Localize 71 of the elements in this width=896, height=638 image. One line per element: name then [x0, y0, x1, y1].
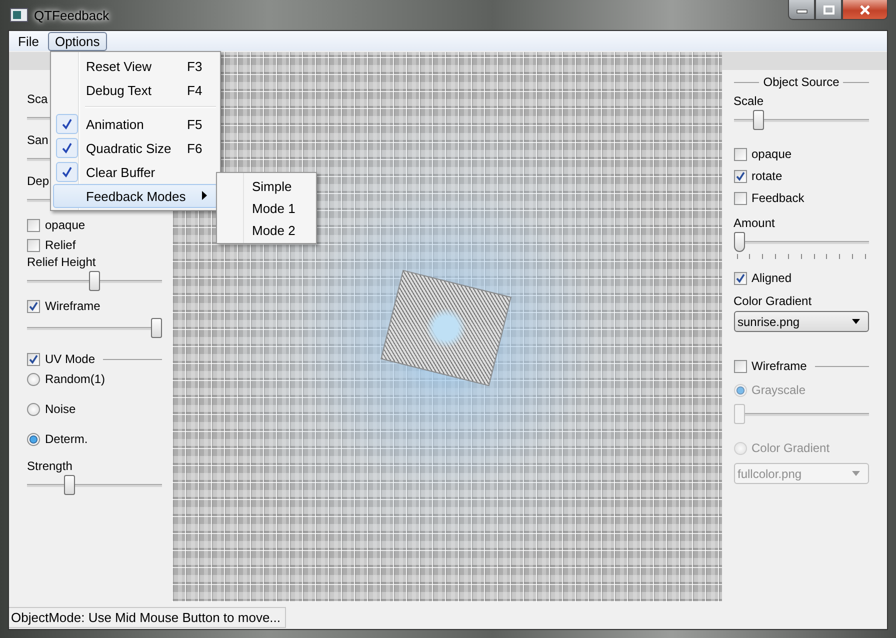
maximize-button[interactable] — [815, 0, 842, 20]
dropdown[interactable]: sunrise.png — [734, 311, 869, 332]
slider-label: Strength — [27, 459, 74, 473]
radio-button[interactable] — [27, 432, 40, 446]
menu-item[interactable]: Mode 1 — [219, 197, 314, 219]
checkbox-label: Aligned — [752, 271, 792, 285]
menu-title[interactable]: File — [11, 32, 46, 50]
close-icon — [859, 4, 871, 14]
radio-label: Noise — [45, 402, 76, 416]
checkbox[interactable] — [734, 360, 746, 372]
menu-item[interactable]: Mode 2 — [219, 219, 314, 241]
checkbox-label: Wireframe — [752, 359, 807, 373]
checkbox[interactable] — [27, 300, 40, 312]
slider[interactable] — [27, 271, 162, 291]
window-title: QTFeedback — [34, 8, 110, 22]
checkbox-label: Feedback — [752, 191, 804, 205]
slider[interactable] — [27, 475, 162, 495]
caret-icon — [852, 471, 860, 476]
checkbox-label: Wireframe — [45, 299, 100, 313]
submenu-arrow-icon — [202, 191, 207, 200]
checkmark-icon — [61, 166, 73, 178]
menu-item[interactable]: Quadratic Size F6 — [53, 136, 218, 160]
checkbox[interactable] — [27, 218, 40, 232]
slider-label: Relief Height — [27, 255, 97, 269]
checkbox[interactable] — [734, 170, 746, 182]
menu-item[interactable]: Clear Buffer — [53, 160, 218, 184]
checkbox-label: rotate — [752, 169, 782, 183]
slider-thumb[interactable] — [64, 475, 76, 495]
slider[interactable] — [734, 232, 869, 252]
menu-item[interactable]: Debug Text F4 — [53, 78, 218, 102]
checkbox[interactable] — [734, 148, 746, 160]
checkbox-label: Relief — [45, 238, 76, 252]
radio-button[interactable] — [27, 372, 40, 386]
menu-title[interactable]: Options — [48, 32, 107, 50]
menu-item[interactable]: Reset View F3 — [53, 54, 218, 78]
slider-label: Amount — [734, 216, 776, 230]
slider-thumb[interactable] — [753, 110, 764, 130]
status-text: ObjectMode: Use Mid Mouse Button to move... — [9, 606, 286, 628]
checkbox-label: opaque — [752, 147, 792, 161]
radio-label: Color Gradient — [752, 441, 830, 455]
slider-thumb[interactable] — [88, 271, 100, 291]
checkbox[interactable] — [27, 238, 40, 252]
checkbox-label: opaque — [45, 218, 86, 232]
menu-item[interactable]: Feedback Modes — [53, 184, 218, 208]
checkbox[interactable] — [27, 352, 40, 366]
caret-icon — [852, 319, 860, 324]
checkbox[interactable] — [734, 192, 746, 204]
radio-label: Random(1) — [45, 372, 106, 386]
menu-item[interactable]: Simple — [219, 175, 314, 197]
minimize-button[interactable] — [788, 0, 815, 20]
slider-thumb[interactable] — [150, 318, 162, 338]
close-button[interactable] — [842, 0, 888, 20]
menu-item[interactable]: Animation F5 — [53, 112, 218, 136]
radio-button[interactable] — [27, 402, 40, 416]
checkbox[interactable] — [734, 272, 746, 284]
slider-label: Dep — [27, 174, 50, 188]
slider[interactable] — [734, 110, 869, 130]
checkmark-icon — [61, 142, 73, 154]
combo-label: Color Gradient — [734, 294, 813, 308]
slider-thumb[interactable] — [734, 232, 744, 252]
radio-label: Determ. — [45, 432, 88, 446]
radio-label: Grayscale — [752, 383, 806, 397]
group-title: Object Source — [763, 75, 840, 89]
app-icon — [10, 8, 28, 22]
slider-label: San — [27, 133, 50, 147]
slider-label: Sca — [27, 92, 49, 106]
checkmark-icon — [61, 118, 73, 130]
slider-label: Scale — [734, 94, 765, 108]
slider[interactable] — [27, 318, 162, 338]
checkbox-label: UV Mode — [45, 352, 96, 366]
maximize-icon — [822, 4, 834, 14]
